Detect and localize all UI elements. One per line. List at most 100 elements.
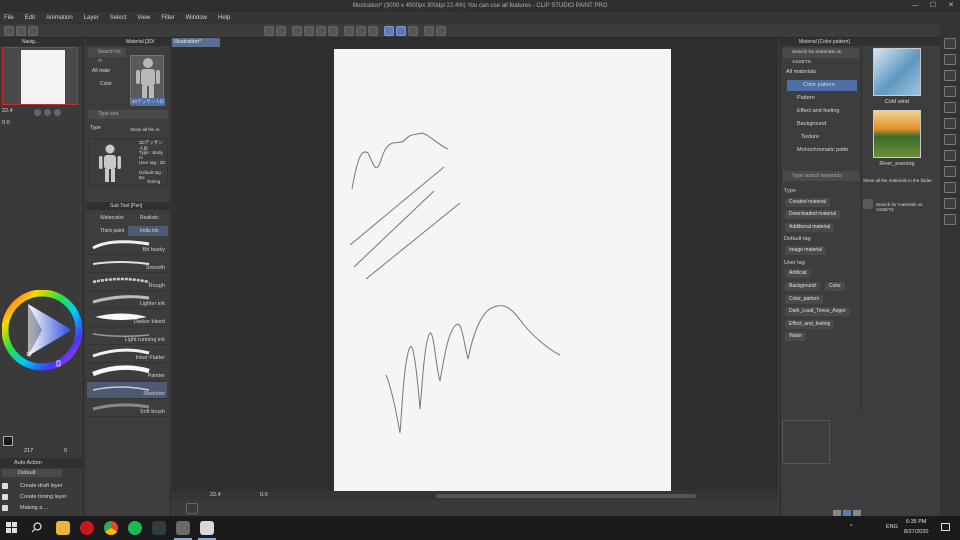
panel-icon[interactable]	[944, 134, 956, 145]
menu-window[interactable]: Window	[186, 15, 207, 21]
panel-icon[interactable]	[944, 166, 956, 177]
layer-panel-toggle-icon[interactable]	[186, 503, 198, 514]
close-button[interactable]: ✕	[942, 0, 960, 12]
tag-background[interactable]: Background	[785, 282, 820, 291]
canvas-tab[interactable]: Illustration*	[172, 38, 220, 47]
all-materials-item[interactable]: All mate	[92, 68, 110, 74]
tray-up-icon[interactable]: ^	[850, 524, 853, 530]
tree-monochromatic[interactable]: Monochromatic patte	[795, 145, 865, 156]
panel-icon[interactable]	[944, 38, 956, 49]
windows-start-icon[interactable]	[6, 522, 17, 533]
fill-icon[interactable]	[316, 26, 326, 36]
tag-downloaded-material[interactable]: Downloaded material	[785, 210, 840, 219]
auto-action-item[interactable]: Making a ...	[2, 503, 82, 513]
brush-item[interactable]: Rough	[87, 274, 167, 291]
material-small-tab[interactable]: Material [3D/	[126, 39, 154, 45]
material-thumb-cold-wind[interactable]	[873, 48, 921, 96]
material-keyword-field[interactable]: Type sea	[88, 110, 168, 119]
tree-texture[interactable]: Texture	[799, 132, 869, 143]
menu-filter[interactable]: Filter	[161, 15, 174, 21]
tray-time[interactable]: 6:35 PM	[906, 519, 926, 525]
menu-edit[interactable]: Edit	[25, 15, 35, 21]
transform-icon[interactable]	[328, 26, 338, 36]
brush-item[interactable]: Painter	[87, 364, 167, 381]
redo-icon[interactable]	[276, 26, 286, 36]
tag-color-pattern[interactable]: Color_pattern	[785, 295, 824, 304]
file-explorer-icon[interactable]	[56, 521, 70, 535]
subtool-tab-watercolor[interactable]: Watercolor	[88, 213, 128, 223]
clip-studio-taskbar-icon[interactable]	[200, 521, 214, 535]
tree-pattern[interactable]: Pattern	[795, 93, 865, 104]
canvas-rotate-value[interactable]: 0.0	[260, 492, 268, 498]
main-color-swatch[interactable]	[3, 436, 13, 446]
assets-text[interactable]: Search for materials on ASSETS	[876, 202, 938, 212]
settings-icon[interactable]	[292, 26, 302, 36]
brush-item[interactable]: Bit husky	[87, 238, 167, 255]
brush-item[interactable]: Darker bleed	[87, 310, 167, 327]
tag-image-material[interactable]: Image material	[785, 246, 827, 255]
keyword-search-field[interactable]: Type search keywords	[783, 171, 859, 181]
search-icon[interactable]	[31, 522, 42, 533]
tag-effect-feeling[interactable]: Effect_and_feeling	[785, 320, 835, 329]
panel-icon[interactable]	[944, 118, 956, 129]
auto-action-item[interactable]: Create draft layer	[2, 481, 82, 491]
horizontal-scrollbar[interactable]	[436, 494, 696, 498]
menu-animation[interactable]: Animation	[46, 15, 73, 21]
fit-icon[interactable]	[54, 109, 61, 116]
color-item[interactable]: Color	[100, 81, 112, 87]
menu-layer[interactable]: Layer	[84, 15, 99, 21]
auto-action-item[interactable]: Create toning layer	[2, 492, 82, 502]
tree-effect-feeling[interactable]: Effect and feeling	[795, 106, 865, 117]
navigator-tab[interactable]: Navig...	[22, 39, 39, 45]
app-icon[interactable]	[152, 521, 166, 535]
checkbox-icon[interactable]	[2, 482, 8, 489]
brush-item[interactable]: Smooth	[87, 256, 167, 273]
assets-icon[interactable]	[863, 199, 873, 209]
tag-created-material[interactable]: Created material	[785, 198, 830, 207]
tag-color[interactable]: Color	[825, 282, 845, 291]
app-icon[interactable]	[176, 521, 190, 535]
menu-file[interactable]: File	[4, 15, 14, 21]
tree-all-materials[interactable]: All materials	[784, 67, 854, 78]
panel-icon[interactable]	[944, 214, 956, 225]
menu-view[interactable]: View	[137, 15, 150, 21]
tag-additional-material[interactable]: Additional material	[785, 223, 835, 232]
tray-date[interactable]: 8/27/2020	[904, 529, 928, 535]
zoom-out-icon[interactable]	[44, 109, 51, 116]
tray-lang[interactable]: ENG	[886, 524, 898, 530]
zoom-in-icon[interactable]	[34, 109, 41, 116]
tree-color-pattern[interactable]: Color pattern	[787, 80, 857, 91]
canvas-zoom-value[interactable]: 22.4	[210, 492, 221, 498]
minimize-button[interactable]: —	[906, 0, 924, 12]
panel-icon[interactable]	[944, 150, 956, 161]
new-file-icon[interactable]	[4, 26, 14, 36]
spotify-icon[interactable]	[128, 521, 142, 535]
snap-grid-icon[interactable]	[408, 26, 418, 36]
panel-icon[interactable]	[944, 54, 956, 65]
tree-background[interactable]: Background	[795, 119, 865, 130]
tag-dark-loud[interactable]: Dark_Loud_Tense_Anger	[785, 307, 850, 316]
brush-size-value[interactable]: 217	[24, 448, 33, 454]
open-file-icon[interactable]	[16, 26, 26, 36]
brush-item-selected[interactable]: Sketcher	[87, 382, 167, 399]
subtool-tab-india-ink[interactable]: India ink	[128, 226, 168, 236]
tag-artificial[interactable]: Artificial	[785, 269, 811, 278]
material-thumb-river-evening[interactable]	[873, 110, 921, 158]
material-search-field[interactable]: Search for m	[88, 48, 126, 64]
canvas-paper[interactable]	[334, 49, 671, 495]
auto-action-set-select[interactable]: Default	[2, 469, 62, 477]
antivirus-icon[interactable]	[80, 521, 94, 535]
clip-studio-icon[interactable]	[424, 26, 434, 36]
save-icon[interactable]	[28, 26, 38, 36]
rotate-value[interactable]: 0.0	[2, 120, 10, 126]
menu-help[interactable]: Help	[218, 15, 230, 21]
assets-icon[interactable]	[436, 26, 446, 36]
menu-select[interactable]: Select	[110, 15, 127, 21]
brush-item[interactable]: Lighter ink	[87, 292, 167, 309]
tag-water[interactable]: Water	[785, 332, 807, 341]
brush-item[interactable]: Light running ink	[87, 328, 167, 345]
subtool-tab[interactable]: Sub Tool [Pen]	[110, 203, 142, 209]
snap-special-ruler-icon[interactable]	[396, 26, 406, 36]
zoom-value[interactable]: 22.4	[2, 108, 13, 114]
maximize-button[interactable]: ☐	[924, 0, 942, 12]
